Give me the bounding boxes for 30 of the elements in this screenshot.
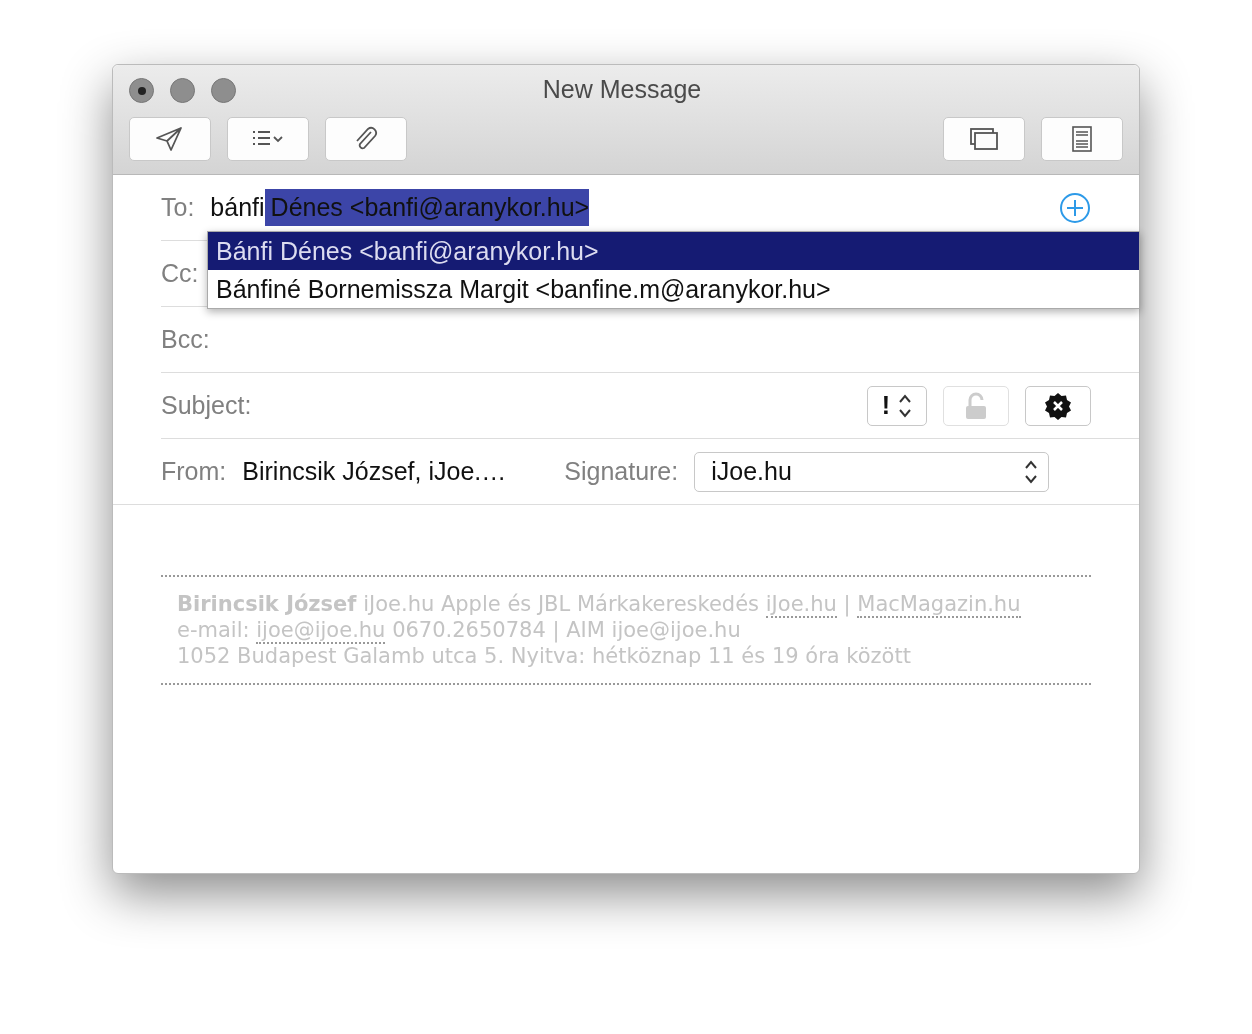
field-label: To: [161, 191, 195, 223]
field-label: Bcc: [161, 323, 210, 355]
from-field[interactable]: Birincsik József, iJoe.… [242, 452, 507, 491]
stepper-icon [898, 392, 913, 419]
sign-button[interactable] [1025, 385, 1091, 426]
field-label: From: [161, 455, 227, 487]
field-label: Cc: [161, 257, 199, 289]
badge-x-icon [1044, 391, 1072, 420]
attach-button[interactable] [325, 116, 407, 161]
field-label: Subject: [161, 390, 252, 419]
signature-line: 1052 Budapest Galamb utca 5. Nyitva: hétköznap 11 és 19 óra között [177, 643, 912, 669]
lock-icon [965, 391, 987, 420]
window-title: New Message [541, 74, 703, 105]
suggestion-item[interactable]: Bánfiné Bornemissza Margit <banfine.m@aranykor.hu> [208, 270, 1139, 308]
paper-plane-icon [155, 125, 185, 152]
signature-line: e-mail: ijoe@ijoe.hu 0670.2650784 | AIM ijoe@ijoe.hu [177, 617, 742, 643]
send-button[interactable] [129, 116, 211, 161]
add-contact-icon[interactable] [1059, 191, 1091, 224]
list-button[interactable] [227, 116, 309, 161]
signature-line: Birincsik József iJoe.hu Apple és JBL Márkakereskedés iJoe.hu | MacMagazin.hu [177, 591, 1022, 617]
windows-button[interactable] [943, 116, 1025, 161]
signature-select[interactable]: iJoe.hu [694, 451, 1050, 492]
windows-icon [969, 125, 999, 152]
format-button[interactable] [1041, 116, 1123, 161]
suggestion-item[interactable]: Bánfi Dénes <banfi@aranykor.hu> [208, 232, 1139, 270]
window-button[interactable] [129, 78, 154, 104]
priority-button[interactable]: ! [867, 385, 927, 426]
to-field[interactable]: bánfi Dénes <banfi@aranykor.hu> [210, 188, 1019, 227]
field-label: Signature: [564, 455, 679, 487]
stepper-icon [1024, 458, 1039, 485]
